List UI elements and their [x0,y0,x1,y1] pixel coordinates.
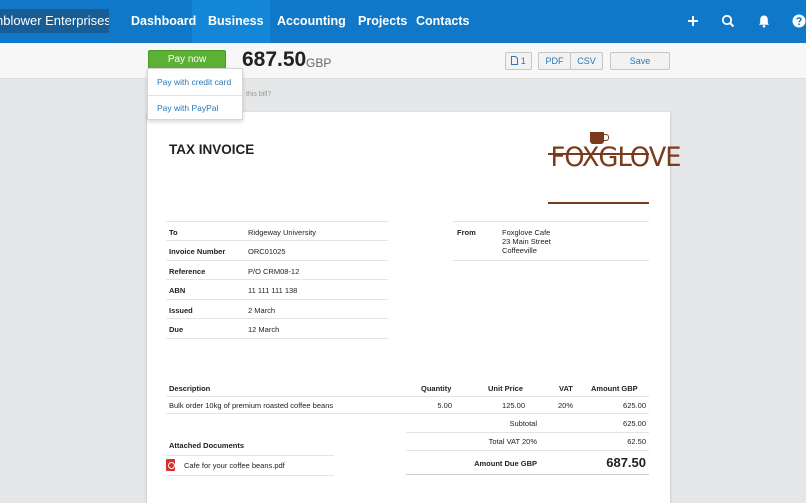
detail-value-to: Ridgeway University [248,228,316,237]
nav-contacts[interactable]: Contacts [416,14,469,28]
line-item-vat: 20% [557,401,573,410]
column-header-amount: Amount GBP [591,384,638,393]
invoice-title: TAX INVOICE [169,142,255,157]
attached-documents-heading: Attached Documents [169,441,245,450]
nav-projects[interactable]: Projects [358,14,407,28]
bell-icon[interactable] [755,12,773,30]
invoice-action-bar: Pay now 687.50 GBP 1 PDF CSV Save [0,43,806,79]
nav-dashboard[interactable]: Dashboard [131,14,196,28]
document-icon [511,56,519,65]
line-item-unit-price: 125.00 [502,401,525,410]
pay-now-button[interactable]: Pay now [148,50,226,70]
subtotal-label: Subtotal [509,419,537,428]
column-header-unit-price: Unit Price [488,384,524,393]
pdf-button[interactable]: PDF [538,52,571,70]
detail-label-reference: Reference [169,267,206,276]
column-header-vat: VAT [559,384,573,393]
detail-label-abn: ABN [169,286,186,295]
org-name: nblower Enterprises [0,13,109,28]
nav-business[interactable]: Business [208,14,264,28]
add-icon[interactable] [684,12,702,30]
total-currency: GBP [306,56,332,70]
logo-text: FOXGLOVE [550,142,682,173]
detail-label-issued: Issued [169,306,193,315]
subtotal-value: 625.00 [623,419,646,428]
save-button[interactable]: Save [610,52,670,70]
pdf-file-icon [166,459,175,471]
detail-value-due: 12 March [248,325,280,334]
total-vat-value: 62.50 [627,437,646,446]
pay-options-menu: Pay with credit card Pay with PayPal [147,68,243,120]
total-vat-label: Total VAT 20% [488,437,537,446]
attachment-link[interactable]: Cafe for your coffee beans.pdf [184,461,285,470]
detail-value-reference: P/O CRM08-12 [248,267,300,276]
line-item-amount: 625.00 [623,401,646,410]
from-line: Coffeeville [502,246,537,255]
from-line: 23 Main Street [502,237,551,246]
detail-value-invoice-number: ORC01025 [248,247,286,256]
from-label: From [457,228,476,237]
foxglove-logo: FOXGLOVE [548,132,682,204]
amount-due-value: 687.50 [606,455,646,470]
hint-text: this bill? [246,91,272,98]
pay-with-credit-card[interactable]: Pay with credit card [157,77,231,87]
org-switcher[interactable]: nblower Enterprises [0,9,109,33]
from-line: Foxglove Cafe [502,228,551,237]
search-icon[interactable] [719,12,737,30]
csv-button[interactable]: CSV [570,52,603,70]
detail-value-abn: 11 111 111 138 [248,286,298,295]
detail-label-due: Due [169,325,184,334]
pay-with-paypal[interactable]: Pay with PayPal [157,103,218,113]
help-icon[interactable] [790,12,806,30]
attachments-count: 1 [520,56,526,66]
detail-label-invoice-number: Invoice Number [169,247,226,256]
line-item-description: Bulk order 10kg of premium roasted coffe… [169,401,334,410]
detail-label-to: To [169,228,178,237]
nav-accounting[interactable]: Accounting [277,14,346,28]
top-nav: nblower Enterprises Dashboard Business A… [0,0,806,43]
amount-due-label: Amount Due GBP [474,459,537,468]
attachments-button[interactable]: 1 [505,52,532,70]
column-header-description: Description [169,384,211,393]
line-item-quantity: 5.00 [437,401,452,410]
column-header-quantity: Quantity [421,384,452,393]
invoice-document: TAX INVOICE FOXGLOVE To Ridgeway Univers… [147,112,682,503]
total-amount: 687.50 [242,48,307,71]
detail-value-issued: 2 March [248,306,276,315]
